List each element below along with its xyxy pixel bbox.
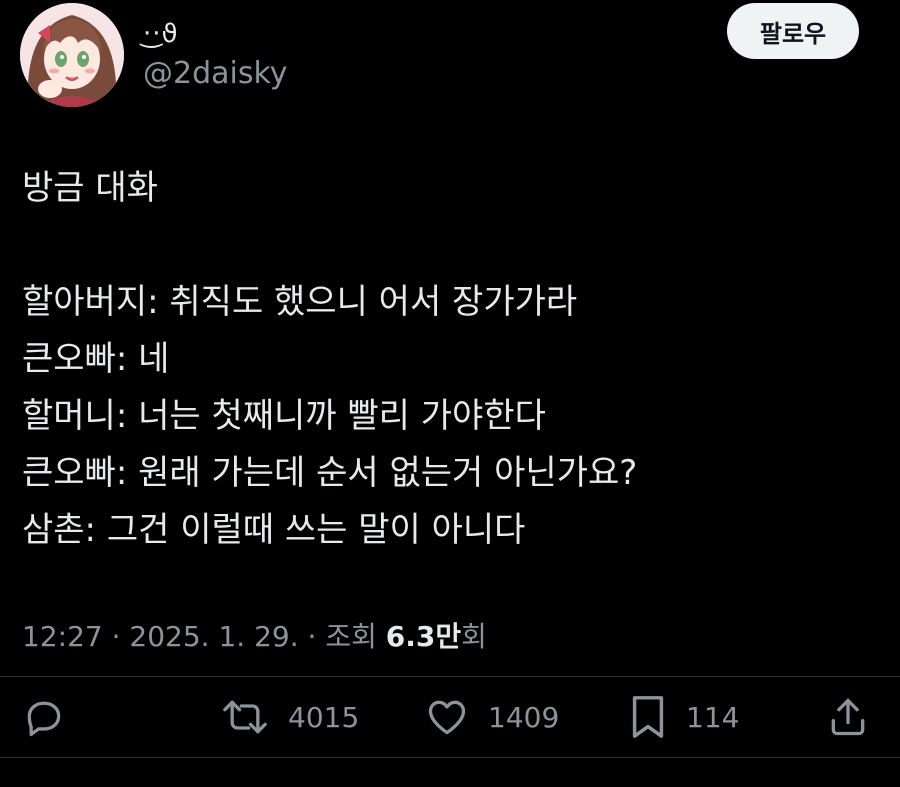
- reply-icon: [22, 695, 66, 739]
- meta-separator: ·: [298, 620, 326, 653]
- retweet-count: 4015: [288, 700, 360, 734]
- share-button[interactable]: [826, 690, 870, 744]
- tweet-line: 큰오빠: 네: [22, 339, 170, 379]
- tweet-line: 삼촌: 그건 이럴때 쓰는 말이 아니다: [22, 510, 526, 550]
- retweet-button[interactable]: 4015: [220, 690, 359, 744]
- divider: [0, 757, 900, 758]
- meta-separator: ·: [102, 620, 130, 653]
- like-button[interactable]: 1409: [424, 690, 559, 744]
- bookmark-count: 114: [686, 700, 740, 734]
- avatar-illustration: [20, 3, 124, 107]
- retweet-icon: [220, 695, 270, 739]
- tweet-meta: 12:27 · 2025. 1. 29. · 조회 6.3만회: [22, 612, 487, 662]
- heart-icon: [424, 695, 470, 739]
- bookmark-button[interactable]: 114: [628, 690, 739, 744]
- like-count: 1409: [488, 700, 560, 734]
- tweet-line: 할머니: 너는 첫째니까 빨리 가야한다: [22, 396, 546, 436]
- reply-button[interactable]: [22, 690, 66, 744]
- tweet-date[interactable]: 2025. 1. 29.: [129, 620, 298, 653]
- tweet-line: 큰오빠: 원래 가는데 순서 없는거 아닌가요?: [22, 453, 638, 493]
- tweet-text: 방금 대화 할아버지: 취직도 했으니 어서 장가가라 큰오빠: 네 할머니: …: [22, 160, 882, 559]
- avatar[interactable]: [20, 3, 124, 107]
- tweet-line: 할아버지: 취직도 했으니 어서 장가가라: [22, 282, 578, 322]
- share-icon: [826, 695, 870, 739]
- views-prefix: 조회: [325, 620, 386, 653]
- display-name[interactable]: ·͜·ϑ: [143, 14, 179, 54]
- user-handle[interactable]: @2daisky: [143, 52, 288, 96]
- tweet-line: 방금 대화: [22, 168, 158, 208]
- divider: [0, 676, 900, 677]
- bookmark-icon: [628, 694, 668, 740]
- tweet-time[interactable]: 12:27: [22, 620, 103, 653]
- action-bar: 4015 1409 114: [0, 690, 900, 744]
- views-suffix: 회: [461, 620, 487, 653]
- views-count: 6.3만: [385, 620, 462, 653]
- follow-button[interactable]: 팔로우: [727, 3, 859, 59]
